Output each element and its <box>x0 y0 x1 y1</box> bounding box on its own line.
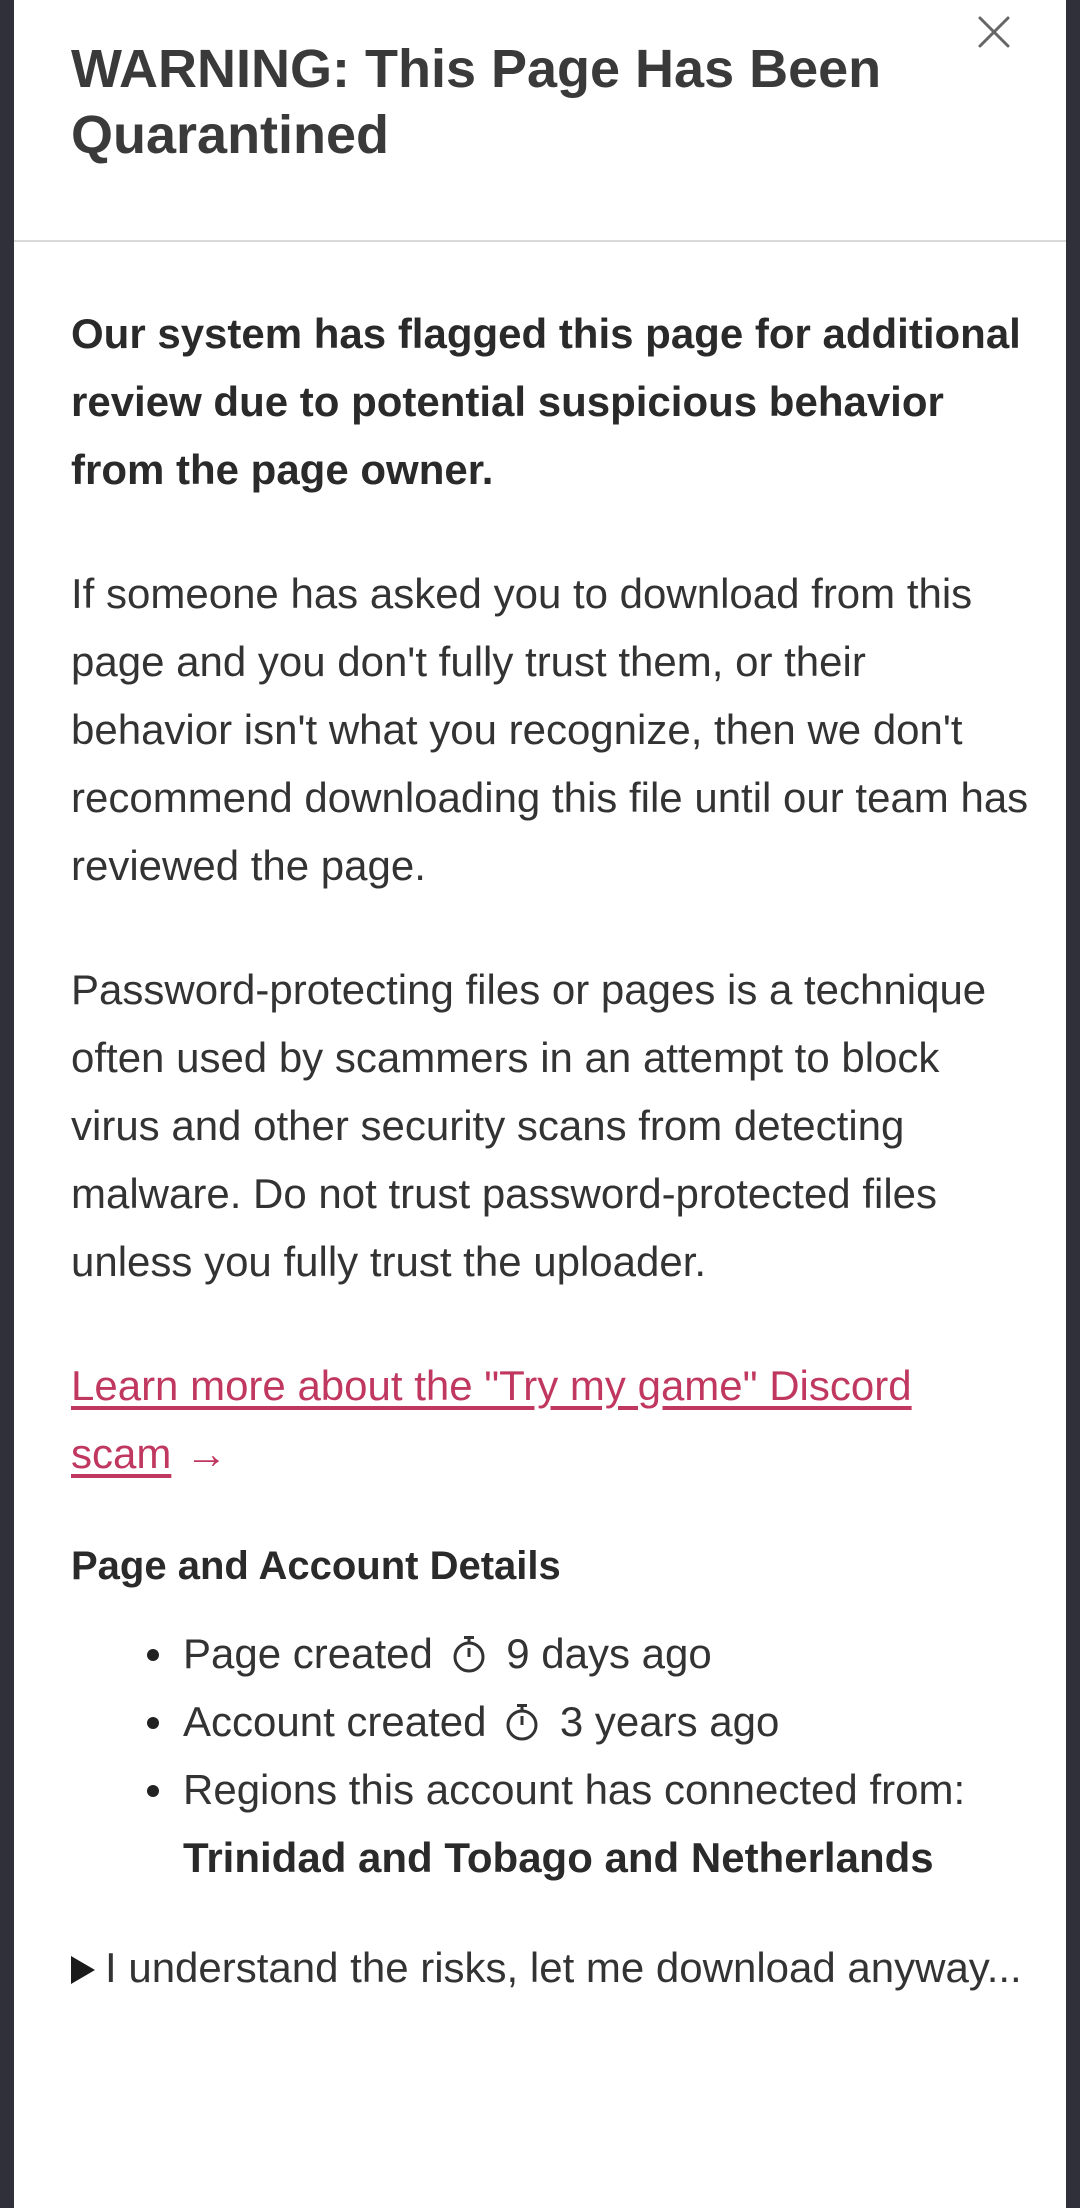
warning-paragraph-download: If someone has asked you to download fro… <box>71 570 1029 889</box>
modal-header: WARNING: This Page Has Been Quarantined <box>14 0 1066 242</box>
quarantine-modal: WARNING: This Page Has Been Quarantined … <box>14 0 1066 2208</box>
learn-more-link[interactable]: Learn more about the "Try my game" Disco… <box>71 1352 1031 1488</box>
triangle-right-icon <box>71 1956 95 1984</box>
account-created-value: 3 years ago <box>559 1698 780 1745</box>
regions-value: Trinidad and Tobago and Netherlands <box>183 1834 934 1881</box>
page-created-value: 9 days ago <box>506 1630 712 1677</box>
details-heading: Page and Account Details <box>71 1544 561 1588</box>
arrow-right-icon: → <box>185 1430 228 1477</box>
warning-paragraph-password: Password-protecting files or pages is a … <box>71 966 987 1285</box>
details-list: Page created 9 days ago Account created … <box>71 1620 1031 1892</box>
list-item-page-created: Page created 9 days ago <box>147 1620 1031 1688</box>
regions-label: Regions this account has connected from: <box>183 1766 966 1813</box>
close-button[interactable] <box>972 10 1016 54</box>
warning-lead: Our system has flagged this page for add… <box>71 310 1021 493</box>
page-created-label: Page created <box>183 1630 433 1677</box>
stopwatch-icon <box>502 1702 542 1742</box>
stopwatch-icon <box>449 1634 489 1674</box>
modal-body: Our system has flagged this page for add… <box>71 300 1031 2002</box>
download-anyway-disclosure[interactable]: I understand the risks, let me download … <box>71 1934 1031 2002</box>
modal-title: WARNING: This Page Has Been Quarantined <box>71 39 882 165</box>
close-icon <box>972 10 1016 54</box>
list-item-regions: Regions this account has connected from:… <box>147 1756 1031 1892</box>
list-item-account-created: Account created 3 years ago <box>147 1688 1031 1756</box>
download-anyway-label: I understand the risks, let me download … <box>105 1944 1022 1991</box>
account-created-label: Account created <box>183 1698 487 1745</box>
